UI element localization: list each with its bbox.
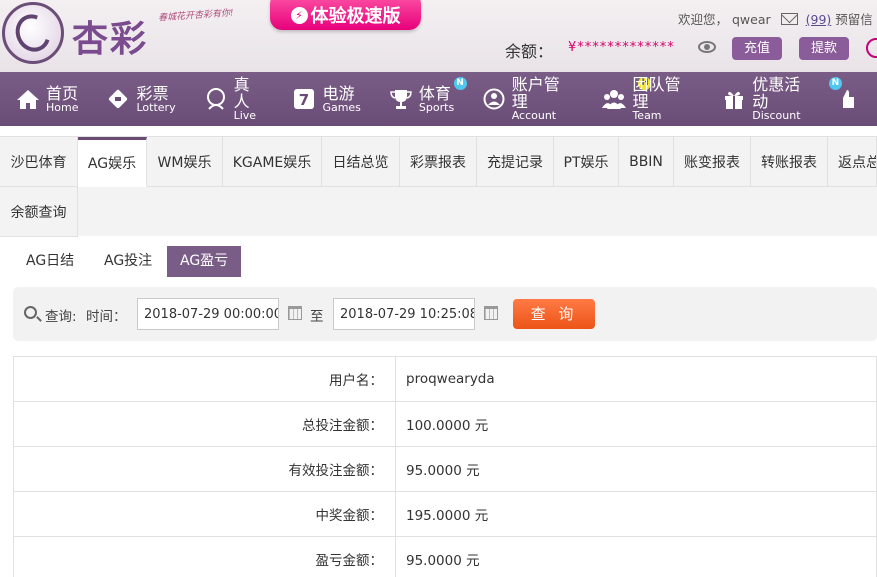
table-row: 有效投注金额： 95.0000 元 — [13, 446, 877, 492]
reserved-message-link[interactable]: 预留信 — [835, 12, 873, 27]
withdraw-button[interactable]: 提款 — [799, 37, 850, 60]
nav-item-account[interactable]: 账户管理 Account — [466, 72, 586, 126]
tab-rebate-overview[interactable]: 返点总 — [828, 137, 877, 187]
games-icon: 7 — [292, 87, 316, 111]
message-count-link[interactable]: (99) — [806, 12, 832, 27]
tab-transfer-report[interactable]: 转账报表 — [751, 137, 828, 187]
team-icon — [602, 87, 627, 111]
result-table: 用户名： proqwearyda 总投注金额： 100.0000 元 有效投注金… — [13, 356, 877, 577]
subtab-ag-bets[interactable]: AG投注 — [91, 246, 165, 277]
nav-item-team[interactable]: 团队管理 Team — [586, 72, 706, 126]
query-label: 查询: — [45, 309, 77, 325]
thumb-icon — [835, 87, 859, 111]
query-button[interactable]: 查 询 — [513, 299, 595, 329]
nav-item-lottery[interactable]: 彩票 Lottery — [90, 72, 187, 126]
lottery-ticket-icon — [106, 87, 130, 111]
row-value: 100.0000 元 — [395, 401, 877, 447]
row-label: 盈亏金额： — [13, 536, 396, 577]
nav-item-live[interactable]: 真人 Live N — [188, 72, 467, 126]
tab-ag-entertainment[interactable]: AG娱乐 — [78, 137, 147, 187]
deposit-button[interactable]: 充值 — [732, 37, 783, 60]
tab-bbin[interactable]: BBIN — [619, 137, 674, 187]
eye-icon[interactable] — [698, 41, 716, 53]
tab-kgame-entertainment[interactable]: KGAME娱乐 — [223, 137, 322, 187]
row-label: 有效投注金额： — [13, 446, 396, 492]
svg-text:7: 7 — [299, 91, 309, 109]
row-value: 95.0000 元 — [395, 536, 877, 577]
query-bar: 查询: 时间： 至 查 询 — [13, 287, 877, 341]
trophy-icon — [389, 87, 413, 111]
tab-saba-sports[interactable]: 沙巴体育 — [0, 137, 78, 187]
time-label: 时间： — [86, 309, 127, 325]
page: 杏彩 春城花开杏彩有你! ⚡ 体验极速版 欢迎您， qwear (99) 预留信… — [0, 0, 877, 577]
tab-lottery-report[interactable]: 彩票报表 — [400, 137, 477, 187]
subtab-ag-profit-loss[interactable]: AG盈亏 — [167, 246, 242, 277]
nav-item-discount[interactable]: 优惠活动 Discount — [707, 72, 827, 126]
live-dealer-icon — [204, 87, 228, 111]
end-time-input[interactable] — [333, 298, 475, 330]
report-tabs: 沙巴体育 AG娱乐 WM娱乐 KGAME娱乐 日结总览 彩票报表 充提记录 PT… — [0, 136, 877, 237]
gift-icon — [723, 87, 747, 111]
username: qwear — [732, 12, 771, 27]
table-row: 总投注金额： 100.0000 元 — [13, 401, 877, 447]
tab-balance-change-report[interactable]: 账变报表 — [674, 137, 751, 187]
table-row: 盈亏金额： 95.0000 元 — [13, 536, 877, 577]
balance-label: 余额： — [505, 42, 554, 61]
welcome-text: 欢迎您， — [678, 12, 729, 27]
promo-speed-version-button[interactable]: ⚡ 体验极速版 — [270, 0, 421, 30]
table-row: 中奖金额： 195.0000 元 — [13, 491, 877, 537]
start-time-input[interactable] — [137, 298, 279, 330]
row-label: 中奖金额： — [13, 491, 396, 537]
logo-text[interactable]: 杏彩 — [72, 10, 148, 62]
tab-wm-entertainment[interactable]: WM娱乐 — [147, 137, 223, 187]
slogan: 春城花开杏彩有你! — [157, 8, 234, 24]
calendar-icon[interactable] — [288, 306, 302, 320]
nav-item-home[interactable]: 首页 Home — [0, 72, 90, 126]
nav-item-games[interactable]: 7 电游 Games H — [276, 72, 652, 126]
mail-icon[interactable] — [780, 13, 798, 25]
row-value: 95.0000 元 — [395, 446, 877, 492]
promo-label: 体验极速版 — [310, 6, 401, 27]
row-value: proqwearyda — [395, 356, 877, 402]
main-nav: 首页 Home 彩票 Lottery 真人 Live N 7 电游 Games H — [0, 72, 877, 126]
home-icon — [16, 87, 40, 111]
row-label: 总投注金额： — [13, 401, 396, 447]
calendar-icon[interactable] — [484, 306, 498, 320]
nav-item-more[interactable] — [827, 72, 877, 126]
tab-deposit-withdraw-records[interactable]: 充提记录 — [477, 137, 554, 187]
row-value: 195.0000 元 — [395, 491, 877, 537]
nav-item-sports[interactable]: 体育 Sports N — [373, 72, 842, 126]
tab-pt-entertainment[interactable]: PT娱乐 — [554, 137, 619, 187]
tab-daily-overview[interactable]: 日结总览 — [322, 137, 400, 187]
account-icon — [482, 87, 506, 111]
header: 杏彩 春城花开杏彩有你! ⚡ 体验极速版 欢迎您， qwear (99) 预留信… — [0, 0, 877, 72]
to-label: 至 — [310, 309, 324, 325]
customer-service-icon[interactable] — [866, 38, 877, 58]
balance-value: ¥************* — [568, 40, 675, 55]
subtab-ag-daily[interactable]: AG日结 — [13, 246, 87, 277]
row-label: 用户名： — [13, 356, 396, 402]
search-icon — [24, 306, 37, 319]
table-row: 用户名： proqwearyda — [13, 356, 877, 402]
lightning-icon: ⚡ — [290, 6, 308, 24]
welcome-bar: 欢迎您， qwear (99) 预留信 — [678, 9, 873, 28]
tab-balance-query[interactable]: 余额查询 — [0, 187, 78, 237]
logo-emblem-icon[interactable] — [2, 2, 64, 64]
